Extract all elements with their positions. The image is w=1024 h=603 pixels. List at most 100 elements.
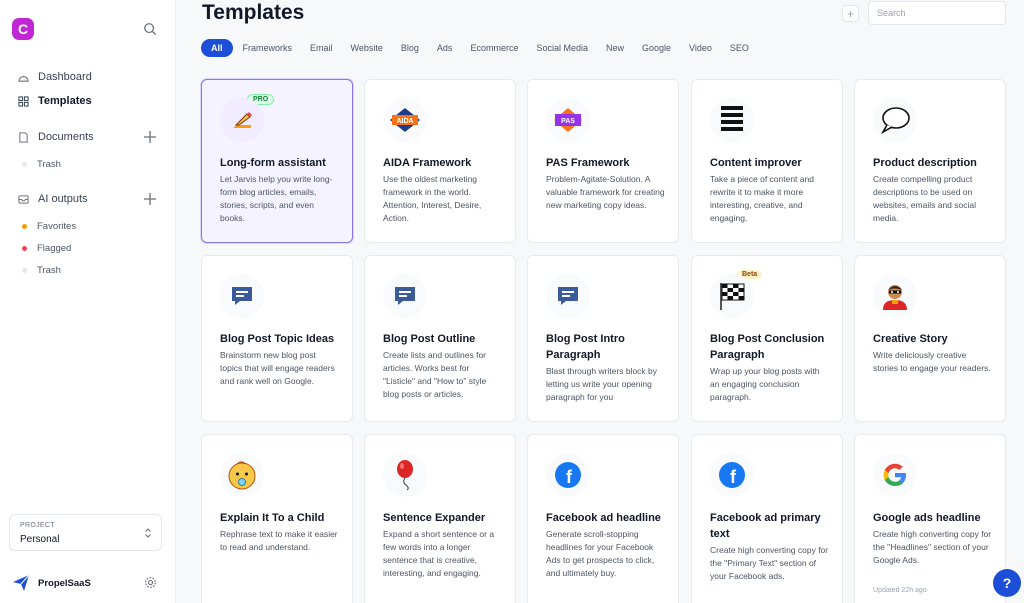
- aida-icon: AIDA: [383, 98, 427, 142]
- template-card[interactable]: f Facebook ad headline Generate scroll-s…: [527, 434, 679, 603]
- card-title: Product description: [873, 157, 977, 169]
- filter-ads[interactable]: Ads: [429, 39, 461, 57]
- card-description: Write deliciously creative stories to en…: [873, 350, 991, 373]
- gear-icon[interactable]: [144, 576, 157, 589]
- favorites-dot: [22, 223, 27, 229]
- card-title: Creative Story: [873, 333, 948, 345]
- sidebar-item-favorites[interactable]: Favorites: [22, 219, 76, 233]
- template-card[interactable]: Sentence Expander Expand a short sentenc…: [364, 434, 516, 603]
- card-title: Facebook ad headline: [546, 512, 661, 524]
- paper-plane-icon: [13, 574, 30, 591]
- template-card[interactable]: Blog Post Intro Paragraph Blast through …: [527, 255, 679, 422]
- brand-name: PropelSaaS: [38, 577, 91, 589]
- card-description: Expand a short sentence or a few words i…: [383, 529, 495, 578]
- sidebar-item-outputs-trash[interactable]: Trash: [22, 263, 61, 277]
- add-document-icon[interactable]: [143, 130, 157, 144]
- card-title: Blog Post Outline: [383, 333, 476, 345]
- filter-seo[interactable]: SEO: [722, 39, 757, 57]
- template-card[interactable]: Blog Post Outline Create lists and outli…: [364, 255, 516, 422]
- message-icon: [383, 274, 427, 318]
- sidebar-item-label: Dashboard: [38, 71, 92, 83]
- lines-icon: [710, 98, 754, 142]
- app-logo[interactable]: C: [12, 18, 34, 40]
- template-card[interactable]: Creative Story Write deliciously creativ…: [854, 255, 1006, 422]
- help-button[interactable]: ?: [993, 569, 1021, 597]
- checkered-flag-icon: [710, 274, 754, 318]
- project-selector[interactable]: PROJECT Personal: [9, 514, 162, 551]
- facebook-icon-text: f: [566, 467, 573, 487]
- sidebar-item-label: Trash: [37, 158, 61, 170]
- template-card[interactable]: Content improver Take a piece of content…: [691, 79, 843, 243]
- card-title: Long-form assistant: [220, 157, 326, 169]
- sidebar-item-documents-trash[interactable]: Trash: [22, 157, 61, 171]
- filter-ecommerce[interactable]: Ecommerce: [462, 39, 526, 57]
- filter-website[interactable]: Website: [343, 39, 391, 57]
- template-card[interactable]: Beta Blog Post Conclusion Paragraph Wrap…: [691, 255, 843, 422]
- sidebar-item-templates[interactable]: Templates: [18, 93, 92, 109]
- template-card[interactable]: Blog Post Topic Ideas Brainstorm new blo…: [201, 255, 353, 422]
- filter-email[interactable]: Email: [302, 39, 341, 57]
- card-title: Content improver: [710, 157, 802, 169]
- sidebar-item-label: AI outputs: [38, 193, 88, 205]
- card-description: Brainstorm new blog post topics that wil…: [220, 350, 335, 386]
- card-description: Generate scroll-stopping headlines for y…: [546, 529, 655, 578]
- updated-timestamp: Updated 22h ago: [873, 587, 927, 594]
- sidebar-item-label: Favorites: [37, 220, 77, 232]
- card-title: PAS Framework: [546, 157, 630, 169]
- inbox-icon: [18, 194, 29, 204]
- facebook-icon: f: [546, 453, 590, 497]
- superhero-icon: [873, 274, 917, 318]
- sidebar-item-label: Templates: [38, 95, 92, 107]
- facebook-icon-text: f: [730, 467, 737, 487]
- filter-google[interactable]: Google: [634, 39, 679, 57]
- add-template-button[interactable]: +: [842, 5, 859, 22]
- project-label: PROJECT: [20, 522, 55, 529]
- project-value: Personal: [20, 534, 60, 545]
- card-description: Create high converting copy for the "Pri…: [710, 545, 829, 581]
- card-title: Facebook ad primary text: [710, 512, 821, 540]
- google-icon: [873, 453, 917, 497]
- grid-icon: [18, 95, 29, 107]
- sidebar-item-label: Flagged: [37, 242, 72, 254]
- template-card[interactable]: f Facebook ad primary text Create high c…: [691, 434, 843, 603]
- card-description: Rephrase text to make it easier to read …: [220, 529, 338, 552]
- chevron-updown-icon: [145, 528, 151, 538]
- template-card[interactable]: Google ads headline Create high converti…: [854, 434, 1006, 603]
- search-icon[interactable]: [143, 22, 157, 36]
- card-description: Let Jarvis help you write long-form blog…: [220, 174, 333, 223]
- card-description: Problem-Agitate-Solution. A valuable fra…: [546, 174, 665, 210]
- dashboard-icon: [18, 75, 29, 82]
- card-description: Create lists and outlines for articles. …: [383, 350, 487, 399]
- filter-frameworks[interactable]: Frameworks: [235, 39, 301, 57]
- add-output-icon[interactable]: [143, 192, 157, 206]
- facebook-icon: f: [710, 453, 754, 497]
- document-icon: [19, 131, 28, 143]
- card-description: Wrap up your blog posts with an engaging…: [710, 366, 820, 402]
- template-card[interactable]: PAS PAS Framework Problem-Agitate-Soluti…: [527, 79, 679, 243]
- sidebar-item-documents[interactable]: Documents: [18, 129, 94, 145]
- flagged-dot: [22, 245, 27, 251]
- filter-video[interactable]: Video: [681, 39, 720, 57]
- speech-bubble-icon: [873, 98, 917, 142]
- template-card[interactable]: Product description Create compelling pr…: [854, 79, 1006, 243]
- filter-blog[interactable]: Blog: [393, 39, 427, 57]
- balloon-icon: [383, 453, 427, 497]
- card-description: Create high converting copy for the "Hea…: [873, 529, 992, 565]
- page-title: Templates: [202, 1, 305, 24]
- template-card[interactable]: PRO Long-form assistant Let Jarvis help …: [201, 79, 353, 243]
- sidebar-item-dashboard[interactable]: Dashboard: [18, 69, 92, 85]
- card-title: Blog Post Intro Paragraph: [546, 333, 625, 361]
- message-icon: [546, 274, 590, 318]
- sidebar-item-flagged[interactable]: Flagged: [22, 241, 71, 255]
- filter-new[interactable]: New: [598, 39, 632, 57]
- sidebar-item-ai-outputs[interactable]: AI outputs: [18, 191, 88, 207]
- template-card[interactable]: AIDA AIDA Framework Use the oldest marke…: [364, 79, 516, 243]
- trash-dot: [22, 267, 27, 273]
- card-title: Blog Post Topic Ideas: [220, 333, 335, 345]
- card-title: Explain It To a Child: [220, 512, 325, 524]
- card-description: Use the oldest marketing framework in th…: [383, 174, 482, 223]
- filter-all[interactable]: All: [201, 39, 233, 57]
- search-input[interactable]: [868, 1, 1006, 25]
- filter-social-media[interactable]: Social Media: [528, 39, 596, 57]
- template-card[interactable]: Explain It To a Child Rephrase text to m…: [201, 434, 353, 603]
